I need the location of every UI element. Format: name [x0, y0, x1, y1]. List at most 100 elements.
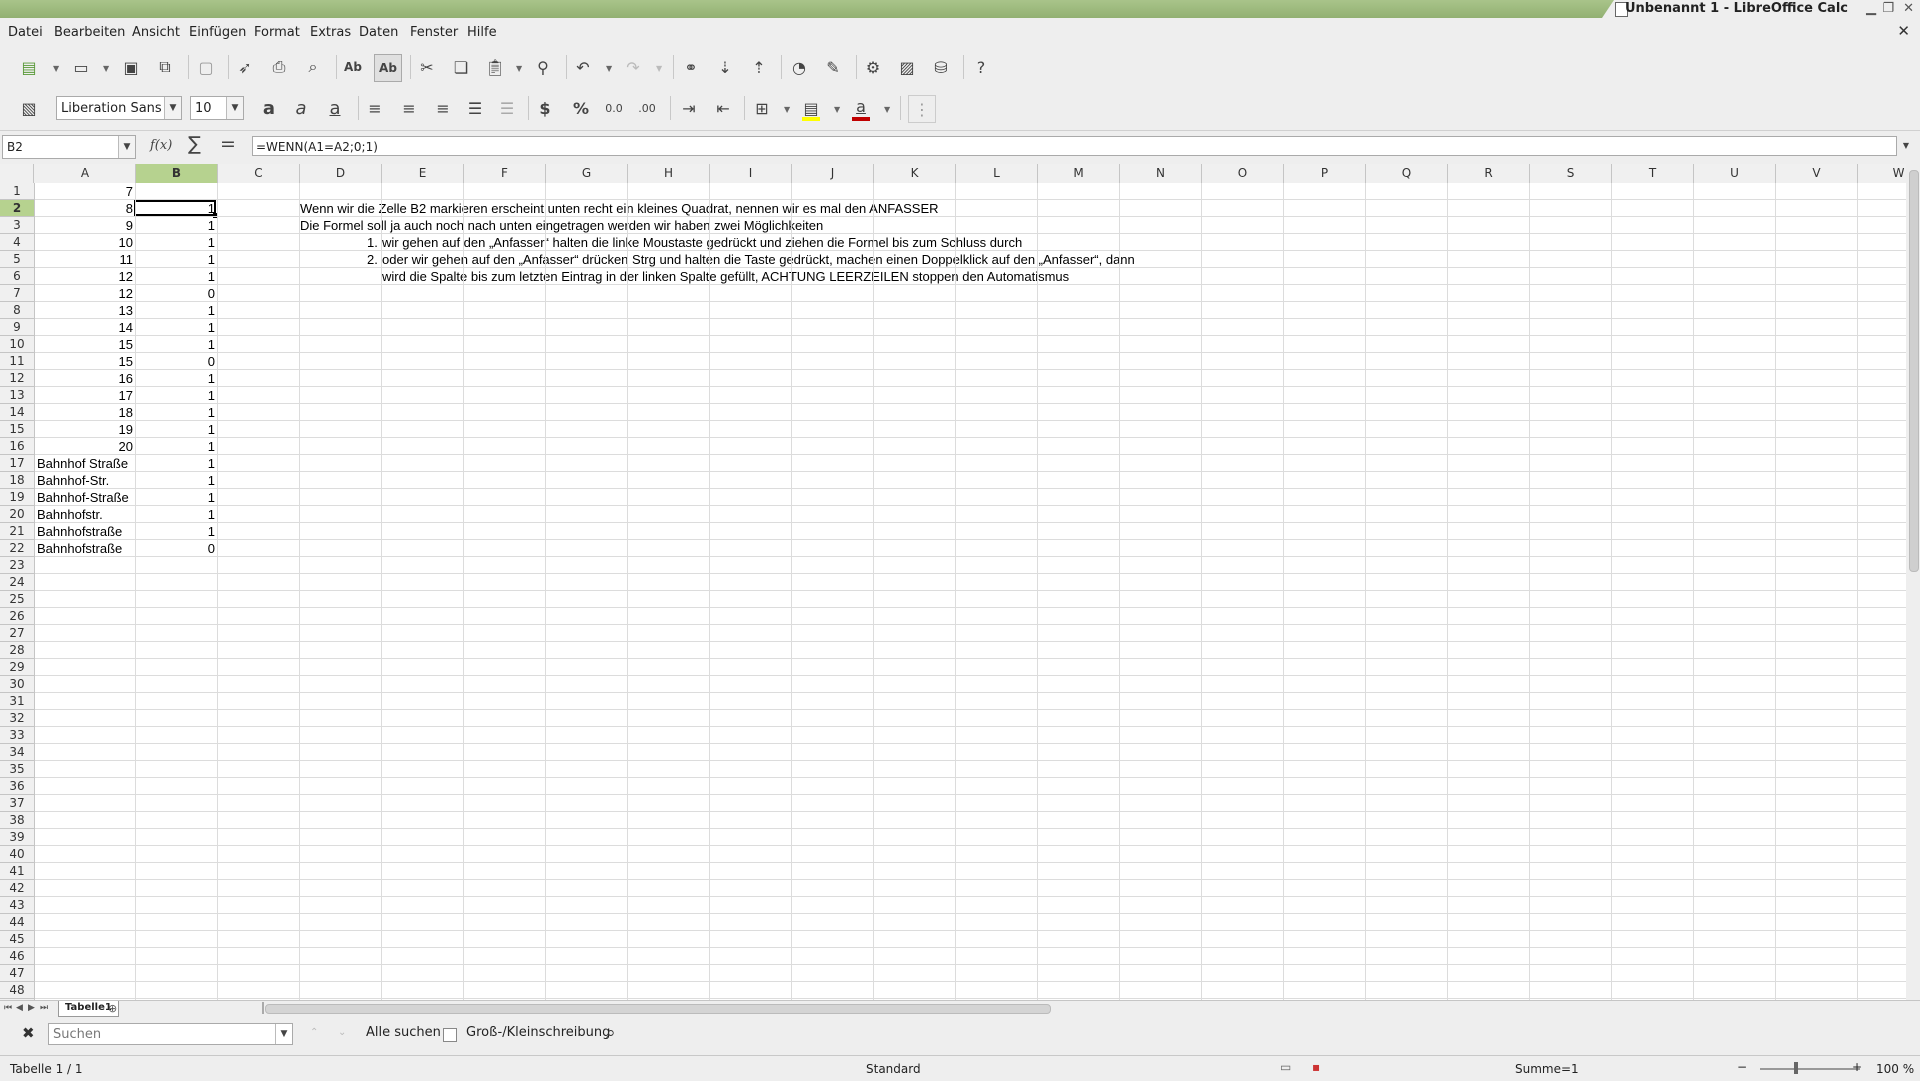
redo-dropdown-icon[interactable]: ▼: [656, 64, 662, 73]
menu-fenster[interactable]: Fenster: [410, 25, 458, 40]
row-header-7[interactable]: 7: [0, 285, 34, 302]
selection-mode-icon[interactable]: ▭: [1280, 1060, 1291, 1074]
menu-ansicht[interactable]: Ansicht: [132, 25, 180, 40]
cell-b19[interactable]: 1: [136, 489, 215, 506]
row-header-32[interactable]: 32: [0, 710, 34, 727]
name-box[interactable]: B2 ▼: [2, 135, 136, 159]
spreadsheet-grid[interactable]: Wenn wir die Zelle B2 markieren erschein…: [35, 183, 1910, 1001]
last-sheet-icon[interactable]: ⏭: [40, 1003, 48, 1013]
number-format-icon[interactable]: 0.0: [601, 95, 627, 121]
cell-b14[interactable]: 1: [136, 404, 215, 421]
menu-format[interactable]: Format: [254, 25, 300, 40]
spellcheck-icon[interactable]: Ab: [340, 54, 366, 80]
column-header-n[interactable]: N: [1120, 164, 1202, 183]
row-header-22[interactable]: 22: [0, 540, 34, 557]
paste-dropdown-icon[interactable]: ▼: [516, 64, 522, 73]
close-window-icon[interactable]: ✕: [1903, 1, 1914, 16]
row-header-1[interactable]: 1: [0, 183, 34, 200]
cell-a11[interactable]: 15: [35, 353, 133, 370]
highlight-dropdown-icon[interactable]: ▼: [834, 105, 840, 114]
row-header-13[interactable]: 13: [0, 387, 34, 404]
font-name-box[interactable]: Liberation Sans ▼: [56, 96, 182, 120]
column-header-s[interactable]: S: [1530, 164, 1612, 183]
grid-lines-icon[interactable]: ⋮: [908, 95, 936, 123]
cell-a10[interactable]: 15: [35, 336, 133, 353]
cell-a7[interactable]: 12: [35, 285, 133, 302]
undo-icon[interactable]: ↶: [570, 54, 596, 80]
cell-b16[interactable]: 1: [136, 438, 215, 455]
hyperlink-icon[interactable]: ⚭: [678, 54, 704, 80]
cell-b6[interactable]: 1: [136, 268, 215, 285]
row-header-29[interactable]: 29: [0, 659, 34, 676]
column-header-i[interactable]: I: [710, 164, 792, 183]
row-header-34[interactable]: 34: [0, 744, 34, 761]
chevron-down-icon[interactable]: ▼: [164, 97, 181, 119]
row-header-30[interactable]: 30: [0, 676, 34, 693]
bold-icon[interactable]: a: [256, 95, 282, 121]
image-icon[interactable]: ▨: [894, 54, 920, 80]
cell-b7[interactable]: 0: [136, 285, 215, 302]
column-header-p[interactable]: P: [1284, 164, 1366, 183]
cell-b8[interactable]: 1: [136, 302, 215, 319]
row-header-45[interactable]: 45: [0, 931, 34, 948]
row-header-2[interactable]: 2: [0, 200, 34, 217]
minimize-icon[interactable]: ▁: [1866, 1, 1876, 16]
row-header-47[interactable]: 47: [0, 965, 34, 982]
row-header-37[interactable]: 37: [0, 795, 34, 812]
clone-format-icon[interactable]: ⚲: [530, 54, 556, 80]
font-size-box[interactable]: 10 ▼: [190, 96, 244, 120]
match-case-checkbox[interactable]: [443, 1028, 457, 1042]
find-all-button[interactable]: Alle suchen: [366, 1025, 441, 1040]
cell-a12[interactable]: 16: [35, 370, 133, 387]
sort-asc-icon[interactable]: ⇣: [712, 54, 738, 80]
first-sheet-icon[interactable]: ⏮: [4, 1003, 12, 1013]
search-field[interactable]: ▼: [48, 1023, 293, 1045]
open-icon[interactable]: ▭: [68, 54, 94, 80]
currency-icon[interactable]: $: [532, 95, 558, 121]
column-header-a[interactable]: A: [35, 164, 136, 183]
cell-a13[interactable]: 17: [35, 387, 133, 404]
cell-b9[interactable]: 1: [136, 319, 215, 336]
chevron-down-icon[interactable]: ▼: [118, 136, 135, 158]
sort-desc-icon[interactable]: ⇡: [746, 54, 772, 80]
print-icon[interactable]: ⎙: [266, 54, 292, 80]
close-document-icon[interactable]: ✕: [1897, 22, 1910, 40]
zoom-level[interactable]: 100 %: [1876, 1062, 1914, 1076]
formula-icon[interactable]: =: [220, 133, 236, 155]
zoom-out-icon[interactable]: −: [1737, 1060, 1747, 1074]
align-right-icon[interactable]: ≡: [430, 95, 456, 121]
justify-icon[interactable]: ☰: [462, 95, 488, 121]
underline-icon[interactable]: a: [322, 95, 348, 121]
row-header-8[interactable]: 8: [0, 302, 34, 319]
maximize-icon[interactable]: ❐: [1882, 1, 1894, 16]
italic-icon[interactable]: a: [288, 95, 314, 121]
cell-b18[interactable]: 1: [136, 472, 215, 489]
draw-icon[interactable]: ✎: [820, 54, 846, 80]
expand-formula-icon[interactable]: ▼: [1899, 136, 1913, 156]
new-icon[interactable]: ▤: [16, 54, 42, 80]
cell-b21[interactable]: 1: [136, 523, 215, 540]
column-header-t[interactable]: T: [1612, 164, 1694, 183]
save-as-icon[interactable]: ⧉: [152, 54, 178, 80]
cell-a16[interactable]: 20: [35, 438, 133, 455]
row-header-35[interactable]: 35: [0, 761, 34, 778]
decrease-indent-icon[interactable]: ⇤: [710, 95, 736, 121]
row-header-17[interactable]: 17: [0, 455, 34, 472]
row-header-39[interactable]: 39: [0, 829, 34, 846]
autospell-icon[interactable]: Ab: [374, 54, 402, 82]
open-dropdown-icon[interactable]: ▼: [103, 64, 109, 73]
cell-a8[interactable]: 13: [35, 302, 133, 319]
row-header-48[interactable]: 48: [0, 982, 34, 999]
cell-b11[interactable]: 0: [136, 353, 215, 370]
export-pdf-icon[interactable]: ▢: [193, 54, 219, 80]
cell-b4[interactable]: 1: [136, 234, 215, 251]
datasource-icon[interactable]: ⛁: [928, 54, 954, 80]
cell-a19[interactable]: Bahnhof-Straße: [37, 489, 129, 506]
horizontal-scroll-thumb[interactable]: [265, 1004, 1051, 1014]
row-header-24[interactable]: 24: [0, 574, 34, 591]
row-header-15[interactable]: 15: [0, 421, 34, 438]
row-header-46[interactable]: 46: [0, 948, 34, 965]
cell-a3[interactable]: 9: [35, 217, 133, 234]
cell-b20[interactable]: 1: [136, 506, 215, 523]
borders-dropdown-icon[interactable]: ▼: [784, 105, 790, 114]
